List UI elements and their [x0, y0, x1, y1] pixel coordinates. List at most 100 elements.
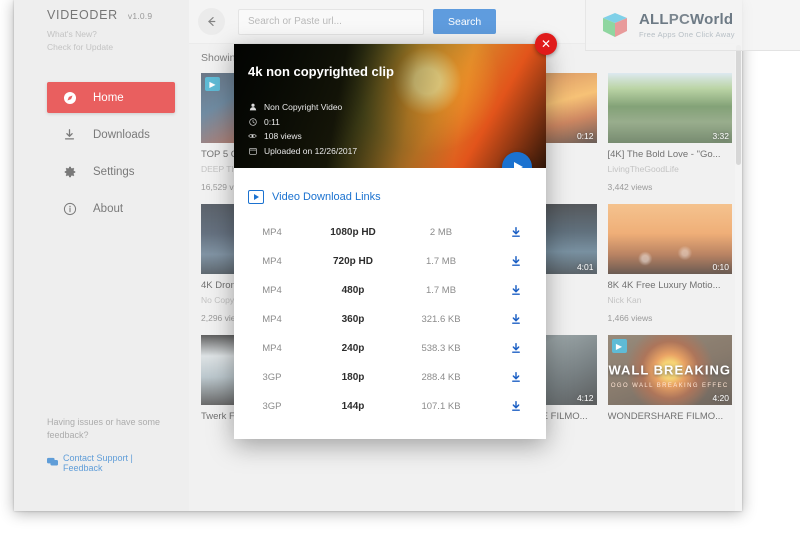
- watermark-text: ALLPCWorld Free Apps One Click Away: [639, 11, 735, 40]
- search-field-wrapper[interactable]: [238, 8, 424, 35]
- download-link-row[interactable]: MP4 240p 538.3 KB: [234, 334, 546, 363]
- check-update-link[interactable]: Check for Update: [47, 41, 113, 54]
- video-card[interactable]: ▶ WALL BREAKING OGO WALL BREAKING EFFEC 4:2…: [607, 335, 732, 434]
- sidebar-item-about[interactable]: About: [47, 193, 175, 224]
- whats-new-link[interactable]: What's New?: [47, 28, 113, 41]
- video-duration-badge: 4:12: [576, 393, 594, 403]
- modal-hero-thumbnail: 4k non copyrighted clip Non Copyright Vi…: [234, 44, 546, 168]
- download-links-table: MP4 1080p HD 2 MB MP4 720p HD 1.7 MB MP4 480p 1.…: [234, 218, 546, 439]
- sidebar-nav: Home Downloads Settings About: [14, 82, 189, 224]
- video-card[interactable]: 0:10 8K 4K Free Luxury Motio... Nick Kan 1,…: [607, 204, 732, 323]
- modal-video-meta: Non Copyright Video 0:11 108 views Uploa…: [248, 100, 357, 158]
- search-input[interactable]: [239, 9, 423, 34]
- sidebar-item-label: About: [93, 202, 124, 215]
- download-icon[interactable]: [510, 313, 523, 326]
- views-row: 108 views: [248, 129, 357, 144]
- download-link-row[interactable]: 3GP 180p 288.4 KB: [234, 363, 546, 392]
- videoder-app-window: VIDEODER v1.0.9 What's New? Check for Up…: [14, 0, 742, 511]
- compass-icon: [61, 89, 78, 106]
- calendar-icon: [248, 147, 257, 155]
- sidebar-item-label: Downloads: [93, 128, 150, 141]
- download-link-row[interactable]: MP4 360p 321.6 KB: [234, 305, 546, 334]
- download-link-row[interactable]: MP4 720p HD 1.7 MB: [234, 247, 546, 276]
- sidebar-item-downloads[interactable]: Downloads: [47, 119, 175, 150]
- video-thumbnail[interactable]: ▶ WALL BREAKING OGO WALL BREAKING EFFEC 4:2…: [607, 335, 732, 405]
- link-action-cell: [486, 226, 546, 239]
- link-format: MP4: [262, 343, 282, 354]
- download-icon[interactable]: [510, 342, 523, 355]
- link-filesize: 288.4 KB: [421, 372, 461, 383]
- link-filesize: 107.1 KB: [421, 401, 461, 412]
- video-duration-badge: 0:12: [576, 131, 594, 141]
- uploader-name: Non Copyright Video: [264, 102, 343, 112]
- feedback-prompt: Having issues or have some feedback?: [47, 417, 161, 440]
- video-play-icon: [248, 190, 264, 204]
- download-icon[interactable]: [510, 371, 523, 384]
- scrollbar-thumb[interactable]: [736, 45, 741, 165]
- close-icon[interactable]: ✕: [535, 33, 557, 55]
- sidebar-item-label: Home: [93, 91, 124, 104]
- video-card-channel: LivingTheGoodLife: [607, 164, 679, 174]
- video-duration-badge: 3:32: [712, 131, 729, 141]
- watermark-title-world: World: [690, 10, 734, 28]
- screenshot-root: VIDEODER v1.0.9 What's New? Check for Up…: [0, 0, 800, 536]
- download-link-row[interactable]: MP4 480p 1.7 MB: [234, 276, 546, 305]
- link-quality: 360p: [341, 314, 365, 325]
- video-card-title: WONDERSHARE FILMO...: [607, 411, 724, 422]
- thumbnail-overlay-text: WALL BREAKING: [608, 362, 732, 378]
- download-link-row[interactable]: 3GP 144p 107.1 KB: [234, 392, 546, 421]
- modal-video-title: 4k non copyrighted clip: [248, 64, 394, 79]
- link-action-cell: [486, 313, 546, 326]
- video-card[interactable]: 3:32 [4K] The Bold Love - "Go... LivingThe…: [607, 73, 732, 192]
- link-quality: 240p: [341, 343, 365, 354]
- link-filesize: 321.6 KB: [421, 314, 461, 325]
- chat-icon: [47, 457, 58, 469]
- download-icon[interactable]: [510, 226, 523, 239]
- download-icon[interactable]: [510, 400, 523, 413]
- channel-badge-icon: ▶: [205, 77, 220, 91]
- link-format: MP4: [262, 256, 282, 267]
- brand-version: v1.0.9: [127, 11, 153, 21]
- video-card-views: 3,442 views: [607, 182, 653, 192]
- thumbnail-overlay-subtext: OGO WALL BREAKING EFFEC: [610, 382, 729, 389]
- download-link-row[interactable]: MP4 1080p HD 2 MB: [234, 218, 546, 247]
- main-scrollbar[interactable]: [735, 43, 742, 511]
- sidebar-footer: Having issues or have some feedback? Con…: [47, 416, 172, 473]
- video-download-links-header: Video Download Links: [234, 168, 546, 218]
- back-arrow-icon[interactable]: [198, 8, 225, 35]
- video-details-modal: ✕ 4k non copyrighted clip Non Copyright …: [234, 33, 557, 439]
- sidebar-item-label: Settings: [93, 165, 135, 178]
- view-count: 108 views: [264, 131, 302, 141]
- video-duration-badge: 0:10: [712, 262, 729, 272]
- link-filesize: 1.7 MB: [425, 256, 457, 267]
- video-card-title: [4K] The Bold Love - "Go...: [607, 149, 721, 160]
- link-action-cell: [486, 400, 546, 413]
- video-card-views: 1,466 views: [607, 313, 653, 323]
- link-filesize: 1.7 MB: [425, 285, 457, 296]
- link-quality: 720p HD: [332, 256, 373, 267]
- video-duration: 0:11: [264, 116, 280, 127]
- link-format: 3GP: [262, 401, 282, 412]
- person-icon: [248, 103, 257, 111]
- watermark-title-pc: PC: [668, 10, 691, 28]
- sidebar-item-settings[interactable]: Settings: [47, 156, 175, 187]
- video-duration-badge: 4:20: [712, 393, 729, 403]
- download-icon: [61, 126, 78, 143]
- link-format: 3GP: [262, 372, 282, 383]
- contact-support-link[interactable]: Contact Support | Feedback: [47, 453, 172, 473]
- video-thumbnail[interactable]: 3:32: [607, 73, 732, 143]
- uploader-row: Non Copyright Video: [248, 100, 357, 115]
- sidebar-item-home[interactable]: Home: [47, 82, 175, 113]
- video-thumbnail[interactable]: 0:10: [607, 204, 732, 274]
- search-button[interactable]: Search: [433, 9, 497, 34]
- clock-icon: [248, 118, 257, 126]
- link-quality: 144p: [341, 401, 365, 412]
- link-action-cell: [486, 342, 546, 355]
- link-quality: 1080p HD: [330, 227, 376, 238]
- watermark-tagline: Free Apps One Click Away: [639, 29, 735, 39]
- download-icon[interactable]: [510, 284, 523, 297]
- watermark-title: ALLPCWorld: [639, 11, 735, 28]
- links-header-label: Video Download Links: [272, 191, 381, 203]
- download-icon[interactable]: [510, 255, 523, 268]
- link-action-cell: [486, 371, 546, 384]
